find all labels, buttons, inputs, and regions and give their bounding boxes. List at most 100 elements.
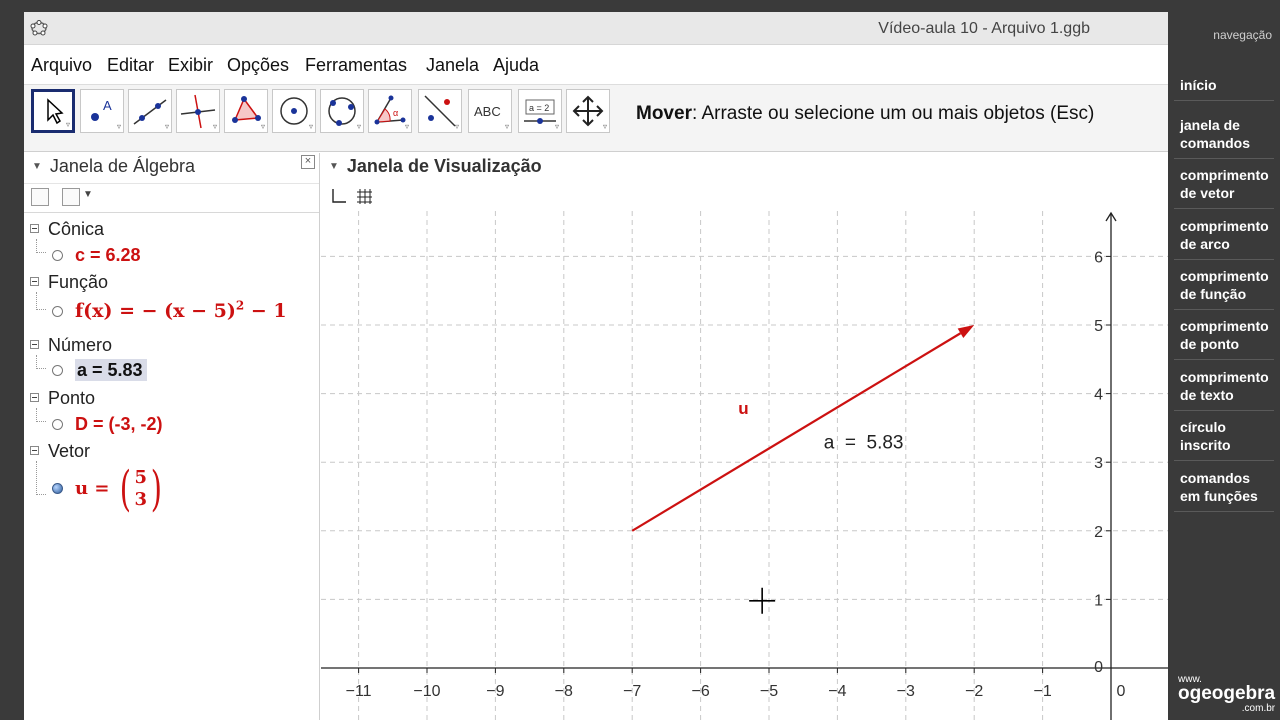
x-tick-label: −3	[897, 683, 915, 700]
menu-bar: Arquivo Editar Exibir Opções Ferramentas…	[24, 46, 1168, 84]
perpendicular-tool-button[interactable]: ▿	[176, 89, 220, 133]
toolbar: ▿ A ▿ ▿ ▿ ▿ ▿ ▿ α ▿ ▿ ABC ▿ a = 2 ▿ ▿ Mo…	[24, 84, 1168, 152]
graphics-view: ▼ Janela de Visualização −11 −10 −9 −8 −7 −6 −5…	[321, 153, 1168, 720]
tree-connector	[36, 461, 46, 495]
move-view-tool-button[interactable]: ▿	[566, 89, 610, 133]
collapse-box-icon[interactable]	[30, 277, 39, 286]
sidebar-link[interactable]: comprimento de ponto	[1174, 311, 1274, 360]
collapse-arrow-icon[interactable]: ▼	[329, 161, 339, 172]
brand-name: ogeogebra	[1178, 683, 1276, 704]
title-bar: Vídeo-aula 10 - Arquivo 1.ggb	[24, 12, 1168, 45]
navigation-header: navegação	[1213, 28, 1272, 42]
visibility-toggle-icon[interactable]	[52, 365, 63, 376]
y-tick-label: 1	[1094, 592, 1103, 609]
slider-tool-button[interactable]: a = 2 ▿	[518, 89, 562, 133]
sidebar-link[interactable]: comprimento de arco	[1174, 211, 1274, 260]
algebra-view-header[interactable]: ▼ Janela de Álgebra	[32, 156, 195, 184]
point-tool-button[interactable]: A ▿	[80, 89, 124, 133]
line-tool-button[interactable]: ▿	[128, 89, 172, 133]
y-tick-label: 6	[1094, 249, 1103, 266]
brand-tld: .com.br	[1241, 703, 1276, 714]
x-tick-label: −6	[691, 683, 709, 700]
number-a-text: a = 5.83	[824, 432, 904, 453]
visibility-toggle-icon[interactable]	[52, 482, 63, 494]
y-tick-label: 5	[1094, 318, 1103, 335]
sidebar-link[interactable]: círculo inscrito	[1174, 412, 1274, 461]
collapse-arrow-icon[interactable]: ▼	[32, 161, 42, 172]
vector-u-label: u	[738, 399, 748, 418]
visibility-toggle-icon[interactable]	[52, 306, 63, 318]
object-u[interactable]: u = (5 3)	[52, 465, 166, 513]
show-grid-icon[interactable]	[355, 187, 373, 205]
visibility-toggle-icon[interactable]	[52, 250, 63, 261]
tree-connector	[36, 239, 46, 253]
menu-janela[interactable]: Janela	[426, 55, 479, 76]
collapse-box-icon[interactable]	[30, 446, 39, 455]
svg-text:a = 2: a = 2	[529, 103, 549, 113]
object-f[interactable]: f(x) = − (x − 5)2 − 1	[52, 299, 287, 322]
algebra-toolbar: ▼	[24, 183, 319, 213]
x-tick-label: −8	[555, 683, 573, 700]
visibility-toggle-icon[interactable]	[52, 419, 63, 430]
collapse-box-icon[interactable]	[30, 340, 39, 349]
reflect-tool-button[interactable]: ▿	[418, 89, 462, 133]
sidebar-link[interactable]: comprimento de texto	[1174, 362, 1274, 411]
y-tick-label: 2	[1094, 524, 1103, 541]
coordinate-plane[interactable]: −11−10−9−8−7−6−5−4−3−2−1010123456ua = 5.…	[321, 211, 1168, 720]
text-tool-button[interactable]: ABC ▿	[468, 89, 512, 133]
vector-u	[631, 332, 962, 532]
category-vetor[interactable]: Vetor	[30, 441, 90, 462]
sort-dropdown-icon[interactable]: ▼	[83, 189, 93, 200]
menu-ajuda[interactable]: Ajuda	[493, 55, 539, 76]
x-tick-label: −9	[486, 683, 504, 700]
svg-text:α: α	[393, 108, 398, 118]
angle-tool-button[interactable]: α ▿	[368, 89, 412, 133]
navigation-sidebar: navegação início janela de comandos compri…	[1168, 0, 1280, 720]
algebra-view-title: Janela de Álgebra	[49, 156, 196, 176]
screen-frame: Vídeo-aula 10 - Arquivo 1.ggb Arquivo Ed…	[0, 0, 1280, 720]
svg-text:A: A	[103, 98, 112, 113]
brand-logo: www. ogeogebra .com.br	[1178, 674, 1275, 714]
collapse-box-icon[interactable]	[30, 393, 39, 402]
menu-arquivo[interactable]: Arquivo	[31, 55, 92, 76]
tool-help-text: Mover: Arraste ou selecione um ou mais o…	[636, 103, 1094, 125]
object-d[interactable]: D = (-3, -2)	[52, 414, 163, 435]
menu-exibir[interactable]: Exibir	[168, 55, 213, 76]
tool-help-description: : Arraste ou selecione um ou mais objeto…	[691, 103, 1095, 124]
tree-connector	[36, 355, 46, 369]
graphics-view-title: Janela de Visualização	[346, 156, 542, 176]
graphics-toolbar	[321, 183, 1168, 211]
conic-tool-button[interactable]: ▿	[320, 89, 364, 133]
category-funcao[interactable]: Função	[30, 272, 108, 293]
show-axes-icon[interactable]	[329, 187, 347, 205]
sidebar-link[interactable]: início	[1174, 70, 1274, 101]
object-c[interactable]: c = 6.28	[52, 245, 141, 266]
x-tick-label: −11	[346, 683, 372, 700]
menu-opcoes[interactable]: Opções	[227, 55, 289, 76]
category-ponto[interactable]: Ponto	[30, 388, 95, 409]
sidebar-link[interactable]: comprimento de função	[1174, 261, 1274, 310]
algebra-view: ▼ Janela de Álgebra × ▼ Cônica c = 6.28 F…	[24, 153, 320, 720]
category-conica[interactable]: Cônica	[30, 219, 104, 240]
graphics-view-header[interactable]: ▼ Janela de Visualização	[329, 156, 542, 184]
polygon-tool-button[interactable]: ▿	[224, 89, 268, 133]
collapse-box-icon[interactable]	[30, 224, 39, 233]
x-tick-label: −10	[413, 683, 440, 700]
close-icon[interactable]: ×	[301, 155, 315, 169]
sidebar-link[interactable]: comprimento de vetor	[1174, 160, 1274, 209]
sort-by-icon[interactable]	[62, 188, 80, 206]
menu-ferramentas[interactable]: Ferramentas	[305, 55, 407, 76]
toggle-auxiliary-icon[interactable]	[31, 188, 49, 206]
category-numero[interactable]: Número	[30, 335, 112, 356]
vector-u-arrowhead	[957, 325, 975, 338]
sidebar-link[interactable]: comandos em funções	[1174, 463, 1274, 512]
object-a[interactable]: a = 5.83	[52, 359, 147, 381]
sidebar-link[interactable]: janela de comandos	[1174, 110, 1274, 159]
circle-tool-button[interactable]: ▿	[272, 89, 316, 133]
window-title: Vídeo-aula 10 - Arquivo 1.ggb	[878, 20, 1090, 37]
x-tick-label: −1	[1033, 683, 1051, 700]
y-tick-label: 3	[1094, 455, 1103, 472]
menu-editar[interactable]: Editar	[107, 55, 154, 76]
x-tick-label: −5	[760, 683, 778, 700]
move-tool-button[interactable]: ▿	[31, 89, 75, 133]
